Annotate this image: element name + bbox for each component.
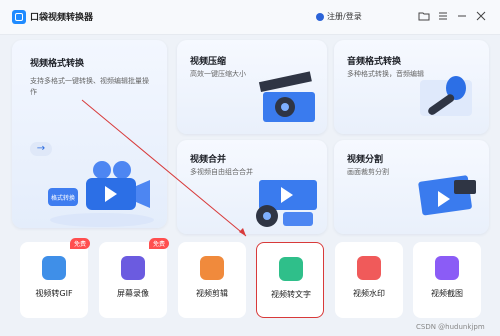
app-window: 口袋视频转换器 注册/登录 视频格式转换 支持多格式一键转换、视频编辑批量操作 … [0, 0, 500, 336]
annotation-arrow [81, 99, 247, 237]
watermark-text: CSDN @hudunkjpm [416, 323, 485, 331]
